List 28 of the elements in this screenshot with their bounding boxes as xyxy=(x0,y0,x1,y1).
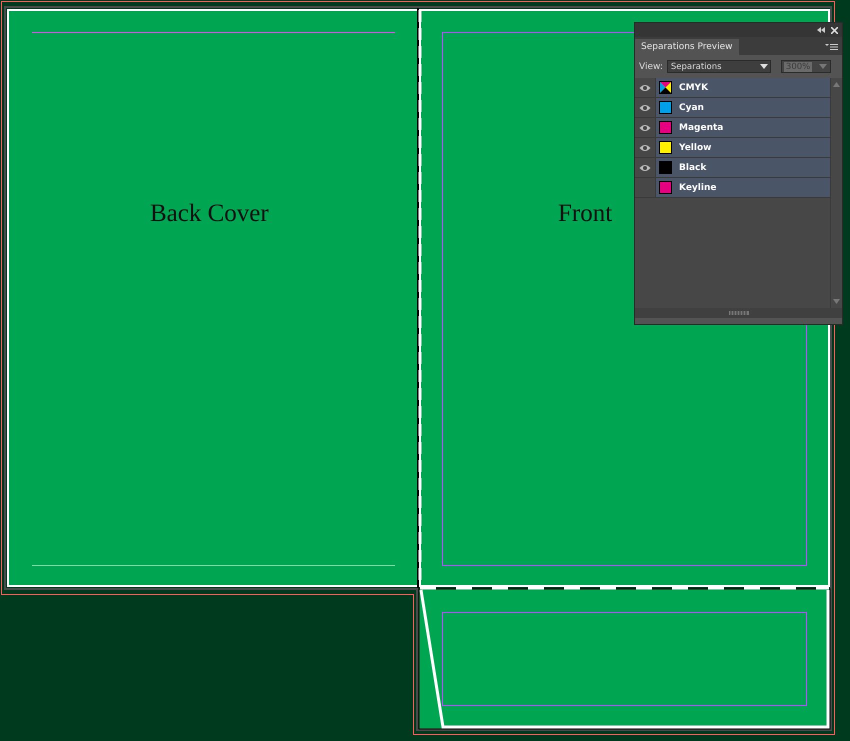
separation-row[interactable]: Yellow xyxy=(635,138,830,158)
eye-icon xyxy=(639,124,651,132)
view-label: View: xyxy=(639,62,663,72)
separation-name: Black xyxy=(679,162,706,172)
page-label: Front xyxy=(558,200,612,227)
close-icon[interactable] xyxy=(831,26,838,34)
separation-row[interactable]: Keyline xyxy=(635,178,830,198)
separation-row[interactable]: CMYK xyxy=(635,78,830,98)
panel-tab[interactable]: Separations Preview xyxy=(635,39,739,55)
collapse-icon[interactable] xyxy=(817,27,825,33)
resize-grip-icon[interactable] xyxy=(728,311,748,315)
separation-name: Cyan xyxy=(679,102,704,112)
separation-row[interactable]: Black xyxy=(635,158,830,178)
menu-icon[interactable] xyxy=(825,43,838,51)
separation-name: CMYK xyxy=(679,82,708,92)
eye-icon xyxy=(639,84,651,92)
separation-name: Magenta xyxy=(679,122,724,132)
separation-name: Keyline xyxy=(679,182,716,192)
separation-name: Yellow xyxy=(679,142,712,152)
eye-icon xyxy=(639,144,651,152)
separation-row[interactable]: Cyan xyxy=(635,98,830,118)
eye-icon xyxy=(639,104,651,112)
caret-icon[interactable] xyxy=(760,64,768,70)
separation-row[interactable]: Magenta xyxy=(635,118,830,138)
view-dropdown[interactable]: Separations xyxy=(666,60,771,73)
eye-icon xyxy=(639,164,651,172)
cmyk-swatch-icon xyxy=(659,81,672,94)
page-label: Back Cover xyxy=(150,200,269,227)
